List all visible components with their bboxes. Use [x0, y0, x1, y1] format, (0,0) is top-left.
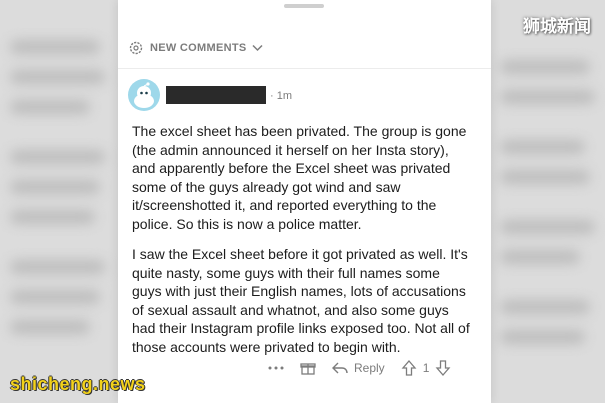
downvote-icon[interactable] — [435, 360, 451, 376]
comment-actions: Reply 1 — [268, 360, 451, 376]
drag-handle[interactable] — [284, 4, 324, 8]
comment-paragraph-1: The excel sheet has been privated. The g… — [132, 123, 467, 232]
comments-panel: NEW COMMENTS · 1m The excel sheet has be… — [118, 0, 491, 403]
avatar[interactable] — [128, 79, 160, 111]
comment-body: The excel sheet has been privated. The g… — [132, 122, 472, 368]
watermark-bottom: shicheng.news — [10, 374, 146, 394]
watermark-top: 狮城新闻 — [523, 17, 591, 36]
reply-label: Reply — [354, 361, 385, 375]
reply-button[interactable]: Reply — [332, 361, 385, 375]
award-icon — [300, 363, 316, 375]
award-button[interactable] — [300, 360, 316, 376]
divider — [118, 68, 491, 69]
vote-controls: 1 — [401, 360, 452, 376]
snoo-avatar-icon — [134, 82, 154, 108]
username-redacted[interactable] — [166, 86, 266, 104]
vote-count: 1 — [422, 361, 430, 375]
sort-comments-dropdown[interactable]: NEW COMMENTS — [128, 40, 264, 56]
chevron-down-icon — [252, 44, 264, 52]
comment-timestamp: · 1m — [270, 90, 292, 102]
reply-arrow-icon — [332, 362, 348, 374]
more-options-button[interactable] — [268, 366, 284, 370]
more-dots-icon — [268, 366, 284, 370]
sort-gear-icon — [129, 41, 143, 55]
upvote-icon[interactable] — [401, 360, 417, 376]
sort-label: NEW COMMENTS — [150, 42, 247, 54]
comment-paragraph-2: I saw the Excel sheet before it got priv… — [132, 246, 470, 355]
